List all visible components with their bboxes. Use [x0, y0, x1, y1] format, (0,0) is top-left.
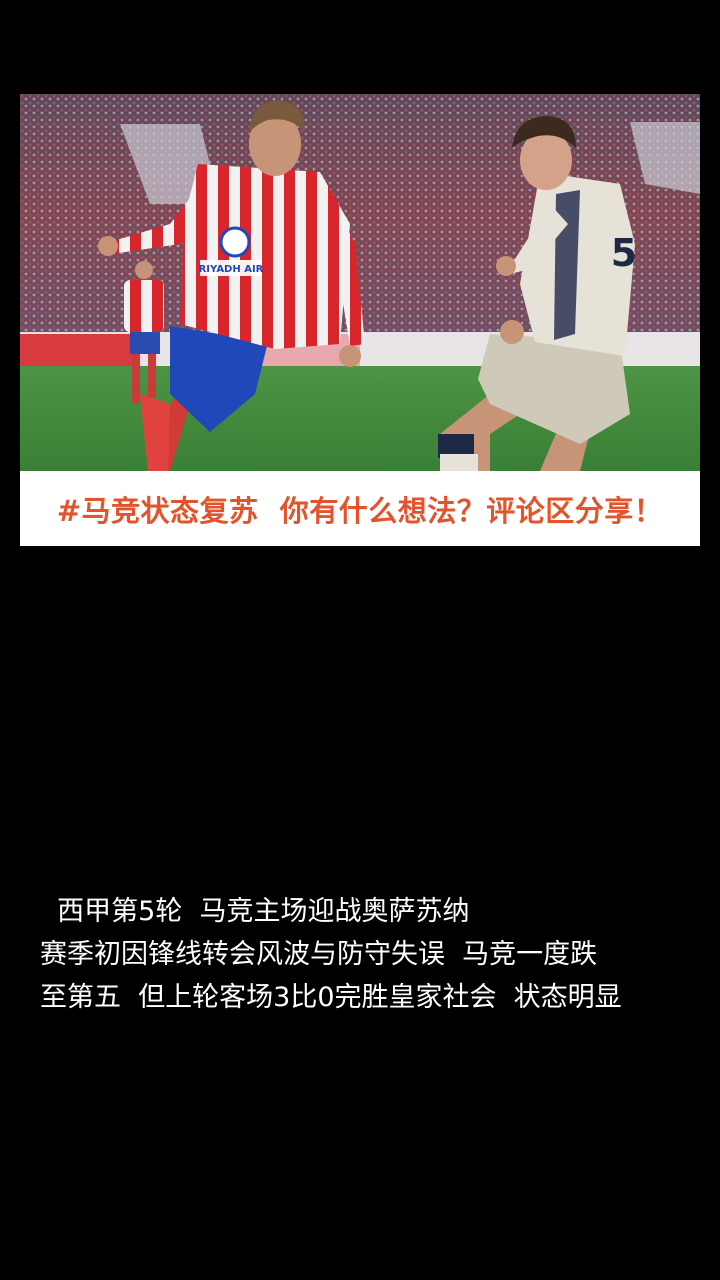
banner-text: #马竞状态复苏 你有什么想法？评论区分享！ [56, 493, 664, 528]
caption-line-3: 至第五 但上轮客场3比0完胜皇家社会 状态明显 [40, 982, 622, 1013]
post-card[interactable]: RIYADH AIR 5 #马竞状态复苏 你有什么想法？评论区分享！ [20, 94, 700, 546]
caption-line-1: 西甲第5轮 马竞主场迎战奥萨苏纳 [40, 896, 470, 927]
post-caption: 西甲第5轮 马竞主场迎战奥萨苏纳 赛季初因锋线转会风波与防守失误 马竞一度跌 至… [40, 890, 690, 1019]
opponent-number-text: 5 [611, 231, 637, 275]
caption-line-2: 赛季初因锋线转会风波与防守失误 马竞一度跌 [40, 939, 598, 970]
topic-banner[interactable]: #马竞状态复苏 你有什么想法？评论区分享！ [20, 471, 700, 546]
jersey-sponsor-text: RIYADH AIR [199, 264, 264, 275]
ad-board-red [20, 334, 140, 366]
match-photo[interactable]: RIYADH AIR 5 [20, 94, 700, 471]
